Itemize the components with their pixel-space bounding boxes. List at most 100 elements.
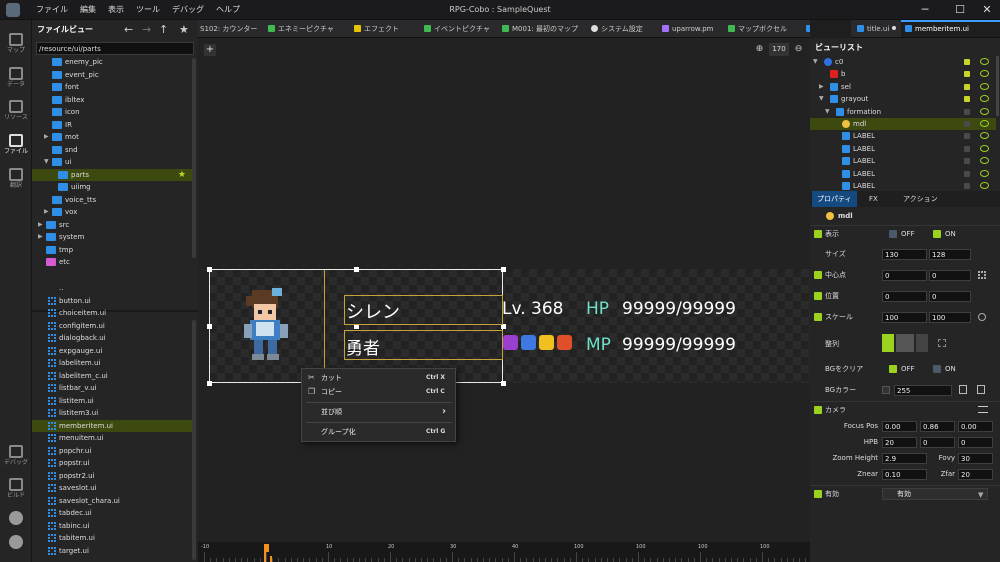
- back-arrow-icon[interactable]: ←: [124, 22, 133, 38]
- enabled-select[interactable]: 有効: [882, 488, 988, 500]
- file-item[interactable]: listbar_v.ui: [32, 382, 192, 395]
- tree-item[interactable]: ▶ mot: [32, 131, 192, 144]
- hpb-p-input[interactable]: 0: [920, 437, 955, 448]
- view-list-item[interactable]: ▼ formation: [810, 106, 996, 118]
- chevron-down-icon[interactable]: ▼: [813, 56, 818, 68]
- view-list-item[interactable]: mdl: [810, 118, 996, 131]
- file-item[interactable]: memberitem.ui: [32, 419, 192, 432]
- eye-icon[interactable]: [980, 157, 989, 165]
- zfar-input[interactable]: 20: [958, 469, 993, 480]
- chevron-right-icon[interactable]: ▶: [44, 131, 49, 144]
- file-item[interactable]: expgauge.ui: [32, 345, 192, 358]
- view-list-item[interactable]: ▼ c0: [810, 56, 996, 68]
- eye-icon[interactable]: [980, 120, 989, 127]
- menu-item-group[interactable]: グループ化 Ctrl G: [302, 425, 455, 439]
- tree-item[interactable]: etc: [32, 256, 192, 269]
- eye-icon[interactable]: [980, 132, 989, 140]
- view-list-scrollbar[interactable]: [996, 56, 999, 116]
- znear-input[interactable]: 0.10: [882, 469, 927, 480]
- view-list-item[interactable]: b: [810, 68, 996, 80]
- group-toggle[interactable]: [814, 313, 822, 321]
- group-toggle[interactable]: [814, 292, 822, 300]
- eye-icon[interactable]: [980, 107, 989, 115]
- resize-handle[interactable]: [501, 381, 506, 386]
- lock-icon[interactable]: [964, 170, 970, 177]
- fovy-input[interactable]: 30: [958, 453, 993, 464]
- file-item[interactable]: labelitem.ui: [32, 357, 192, 370]
- focus-y-input[interactable]: 0.86: [920, 421, 955, 432]
- lock-icon[interactable]: [964, 96, 970, 103]
- mp-value[interactable]: 99999/99999: [622, 335, 736, 355]
- file-item[interactable]: target.ui: [32, 545, 192, 558]
- file-item[interactable]: dialogback.ui: [32, 332, 192, 345]
- eye-icon[interactable]: [980, 70, 989, 78]
- chevron-right-icon[interactable]: ▶: [44, 206, 49, 219]
- menu-item-order[interactable]: 並び順 ›: [302, 405, 455, 419]
- align-left-button[interactable]: [882, 334, 894, 352]
- menu-item-cut[interactable]: ✂ カット Ctrl X: [302, 371, 455, 385]
- tree-scrollbar[interactable]: [192, 58, 196, 258]
- resize-handle[interactable]: [207, 381, 212, 386]
- bgclear-on-radio[interactable]: [933, 365, 941, 373]
- position-y-input[interactable]: 0: [929, 291, 971, 302]
- file-item[interactable]: popstr.ui: [32, 457, 192, 470]
- file-item[interactable]: tabdec.ui: [32, 507, 192, 520]
- view-list-item[interactable]: LABEL: [810, 155, 996, 167]
- align-center-button[interactable]: [896, 334, 914, 352]
- file-item[interactable]: saveslot_chara.ui: [32, 495, 192, 508]
- tab-properties[interactable]: プロパティ: [812, 191, 857, 207]
- zoom-out-icon[interactable]: ⊖: [792, 43, 805, 56]
- lock-icon[interactable]: [964, 133, 970, 140]
- tab-enemy-picture[interactable]: エネミーピクチャ: [264, 20, 334, 37]
- activity-settings[interactable]: [0, 532, 32, 562]
- center-y-input[interactable]: 0: [929, 270, 971, 281]
- zoom-input[interactable]: 170: [769, 43, 789, 56]
- name-label[interactable]: シレン: [346, 298, 400, 324]
- add-button[interactable]: +: [204, 44, 216, 56]
- file-item[interactable]: popchr.ui: [32, 445, 192, 458]
- activity-translate[interactable]: 翻訳: [0, 165, 32, 195]
- menu-view[interactable]: 表示: [102, 0, 130, 20]
- tree-item-selected[interactable]: parts ★: [32, 168, 192, 181]
- tree-item[interactable]: IR: [32, 119, 192, 132]
- lock-icon[interactable]: [964, 183, 970, 189]
- menu-icon[interactable]: [978, 406, 988, 413]
- color-swatch[interactable]: [882, 386, 890, 394]
- resize-handle[interactable]: [501, 267, 506, 272]
- file-scrollbar[interactable]: [192, 320, 196, 560]
- lock-icon[interactable]: [964, 83, 970, 90]
- position-x-input[interactable]: 0: [882, 291, 927, 302]
- file-item[interactable]: labelitem_c.ui: [32, 370, 192, 383]
- eye-icon[interactable]: [980, 169, 989, 177]
- tree-item[interactable]: voice_tts: [32, 194, 192, 207]
- tab-map-voxel[interactable]: マップボクセル: [724, 20, 787, 37]
- resize-handle[interactable]: [207, 324, 212, 329]
- keyframe-marker[interactable]: [270, 556, 272, 562]
- view-list-item[interactable]: LABEL: [810, 168, 996, 180]
- tab-system-settings[interactable]: システム設定: [587, 20, 643, 37]
- visible-off-radio[interactable]: [889, 230, 897, 238]
- tree-item[interactable]: icon: [32, 106, 192, 119]
- tree-item[interactable]: snd: [32, 144, 192, 157]
- center-x-input[interactable]: 0: [882, 270, 927, 281]
- lock-icon[interactable]: [964, 145, 970, 152]
- file-item[interactable]: choiceitem.ui: [32, 307, 192, 320]
- file-item[interactable]: tabitem.ui: [32, 532, 192, 545]
- tab-memberitem-ui[interactable]: memberitem.ui: [901, 20, 1000, 37]
- tree-item[interactable]: ▶ system: [32, 231, 192, 244]
- hpb-b-input[interactable]: 0: [958, 437, 993, 448]
- file-item[interactable]: configitem.ui: [32, 320, 192, 333]
- tab-counter[interactable]: S102: カウンター: [198, 20, 257, 37]
- menu-help[interactable]: ヘルプ: [210, 0, 246, 20]
- focus-z-input[interactable]: 0.00: [958, 421, 993, 432]
- tab-uparrow[interactable]: uparrow.pm: [658, 20, 714, 37]
- eye-icon[interactable]: [980, 58, 989, 65]
- grid-icon[interactable]: [978, 271, 986, 279]
- close-button[interactable]: ✕: [972, 0, 1000, 20]
- zoom-in-icon[interactable]: ⊕: [753, 43, 766, 56]
- tab-fx[interactable]: FX: [864, 191, 883, 207]
- file-item[interactable]: popstr2.ui: [32, 470, 192, 483]
- tree-item[interactable]: tmp: [32, 244, 192, 257]
- activity-build[interactable]: ビルド: [0, 475, 32, 505]
- tab-action[interactable]: アクション: [898, 191, 943, 207]
